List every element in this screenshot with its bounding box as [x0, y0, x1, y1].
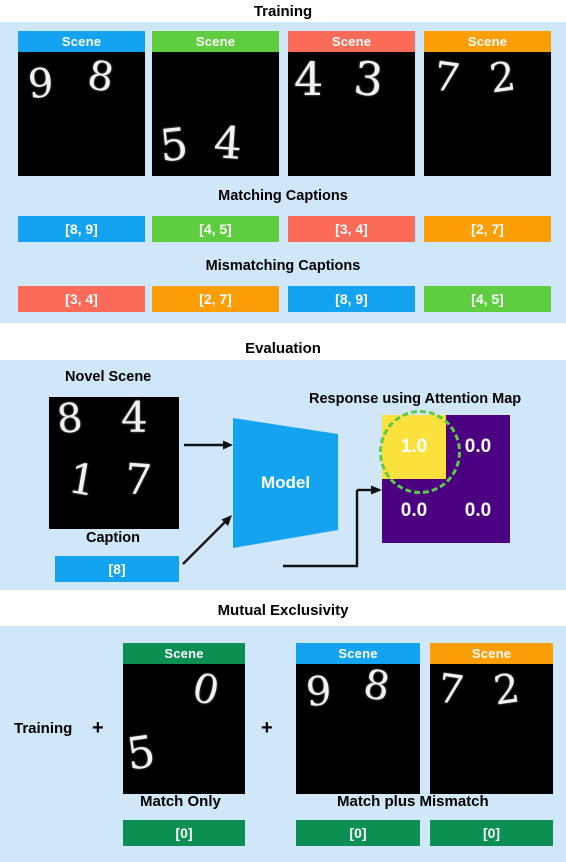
model-label: Model [260, 473, 311, 492]
scene-image: 7 2 [430, 664, 553, 794]
me-plus-2: + [261, 717, 273, 739]
scene-header-label: Scene [296, 643, 420, 664]
training-section-title: Training [0, 2, 566, 22]
scene-image: 5 0 [123, 664, 245, 794]
scene-digit: 7 [434, 665, 467, 715]
me-caption-1[interactable]: [0] [123, 820, 245, 846]
attention-cell-1-1: 0.0 [446, 479, 510, 543]
response-attention-map-label: Response using Attention Map [309, 391, 522, 407]
me-training-label: Training [14, 720, 73, 737]
me-caption-3[interactable]: [0] [430, 820, 553, 846]
arrow-caption-to-model [182, 520, 227, 565]
me-scene-card-1[interactable]: Scene 5 0 [123, 643, 245, 794]
match-plus-mismatch-label: Match plus Mismatch [337, 793, 489, 810]
scene-digit: 5 [123, 726, 159, 781]
attention-cell-0-0: 1.0 [382, 415, 446, 479]
me-plus-1: + [92, 717, 104, 739]
scene-header-label: Scene [123, 643, 245, 664]
mutual-exclusivity-section-title: Mutual Exclusivity [0, 601, 566, 621]
me-scene-card-3[interactable]: Scene 7 2 [430, 643, 553, 794]
evaluation-section-title: Evaluation [0, 339, 566, 359]
scene-digit: 2 [490, 665, 523, 715]
scene-image: 9 8 [296, 664, 420, 794]
scene-digit: 9 [304, 668, 334, 716]
figure-root: Training Scene 9 8 Scene 5 4 Scene 4 3 S… [0, 0, 566, 862]
arrowhead-scene-to-model [223, 440, 233, 450]
match-only-label: Match Only [140, 793, 221, 810]
arrowhead-to-attention [371, 485, 382, 495]
me-scene-card-2[interactable]: Scene 9 8 [296, 643, 420, 794]
attention-cell-1-0: 0.0 [382, 479, 446, 543]
scene-header-label: Scene [430, 643, 553, 664]
scene-digit: 8 [360, 664, 394, 711]
attention-map: 1.0 0.0 0.0 0.0 [382, 415, 510, 543]
attention-cell-0-1: 0.0 [446, 415, 510, 479]
scene-digit: 0 [187, 664, 224, 716]
me-caption-2[interactable]: [0] [296, 820, 420, 846]
